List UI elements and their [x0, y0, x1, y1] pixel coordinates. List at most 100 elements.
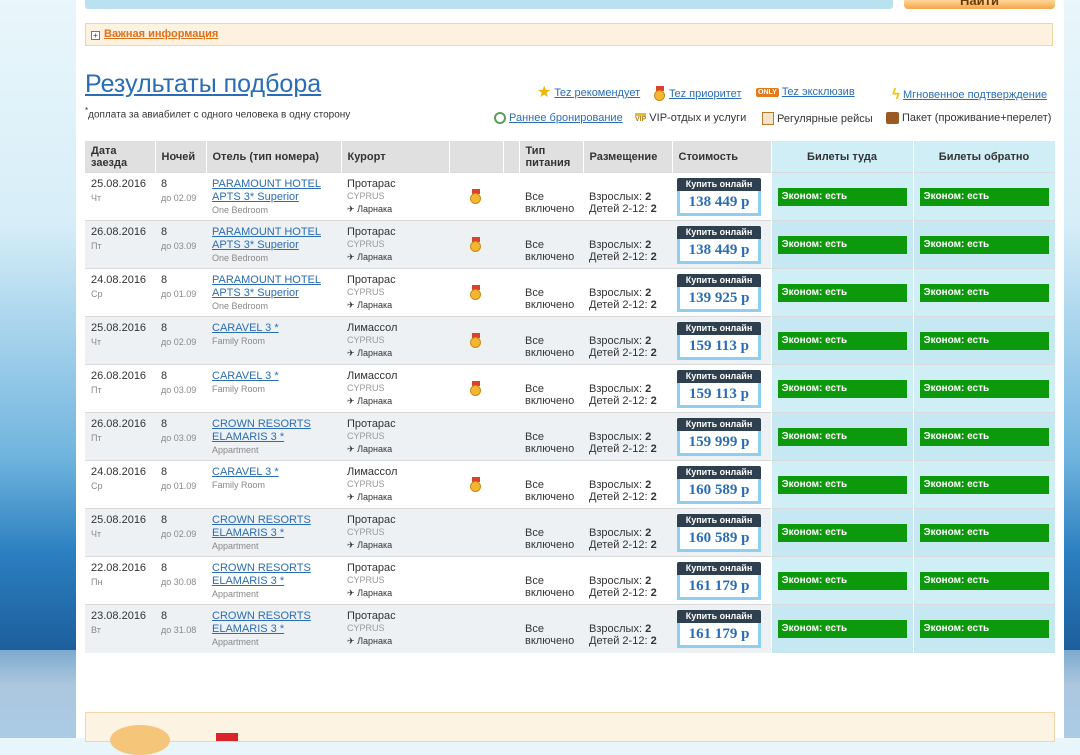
- legend-priority-link[interactable]: Tez приоритет: [669, 88, 741, 100]
- col-hotel[interactable]: Отель (тип номера): [206, 141, 342, 173]
- price-value[interactable]: 138 449 р: [677, 191, 761, 216]
- hotel-link[interactable]: PARAMOUNT HOTEL APTS 3* Superior: [212, 274, 335, 300]
- hotel-name-line1[interactable]: CROWN RESORTS: [212, 610, 311, 622]
- buy-online-label[interactable]: Купить онлайн: [677, 370, 761, 383]
- buy-online-button[interactable]: Купить онлайн 160 589 р: [677, 466, 761, 504]
- buy-online-label[interactable]: Купить онлайн: [677, 514, 761, 527]
- col-date[interactable]: Дата заезда: [85, 141, 156, 173]
- cell-accommodation: Взрослых: 2 Детей 2-12: 2: [583, 604, 672, 653]
- hotel-link[interactable]: CROWN RESORTS ELAMARIS 3 *: [212, 514, 335, 540]
- buy-online-button[interactable]: Купить онлайн 159 113 р: [677, 370, 761, 408]
- buy-online-label[interactable]: Купить онлайн: [677, 322, 761, 335]
- find-button[interactable]: Найти: [904, 0, 1055, 9]
- col-accommodation[interactable]: Размещение: [583, 141, 673, 173]
- price-value[interactable]: 161 179 р: [677, 575, 761, 600]
- country-name: CYPRUS: [347, 383, 385, 393]
- legend-priority[interactable]: Tez приоритет: [654, 86, 741, 101]
- hotel-name-line1[interactable]: CROWN RESORTS: [212, 418, 311, 430]
- plane-icon: ✈: [347, 396, 355, 406]
- buy-online-button[interactable]: Купить онлайн 160 589 р: [677, 514, 761, 552]
- buy-online-label[interactable]: Купить онлайн: [677, 562, 761, 575]
- hotel-name-line1[interactable]: PARAMOUNT HOTEL: [212, 226, 321, 238]
- hotel-link[interactable]: CARAVEL 3 *: [212, 322, 335, 335]
- buy-online-label[interactable]: Купить онлайн: [677, 610, 761, 623]
- cell-accommodation: Взрослых: 2 Детей 2-12: 2: [583, 364, 672, 413]
- hotel-name-line2[interactable]: ELAMARIS 3 *: [212, 575, 284, 587]
- buy-online-label[interactable]: Купить онлайн: [677, 466, 761, 479]
- hotel-link[interactable]: PARAMOUNT HOTEL APTS 3* Superior: [212, 178, 335, 204]
- col-meal[interactable]: Тип питания: [519, 141, 584, 173]
- buy-online-button[interactable]: Купить онлайн 159 113 р: [677, 322, 761, 360]
- hotel-link[interactable]: CROWN RESORTS ELAMARIS 3 *: [212, 610, 335, 636]
- buy-online-button[interactable]: Купить онлайн 138 449 р: [677, 178, 761, 216]
- legend-exclusive[interactable]: ONLY Tez эксклюзив: [756, 86, 855, 98]
- hotel-link[interactable]: PARAMOUNT HOTEL APTS 3* Superior: [212, 226, 335, 252]
- expand-plus-icon[interactable]: +: [91, 31, 100, 40]
- legend-recommend-link[interactable]: Tez рекомендует: [554, 87, 640, 99]
- price-value[interactable]: 159 113 р: [677, 335, 761, 360]
- hotel-name-line2[interactable]: APTS 3* Superior: [212, 191, 299, 203]
- hotel-name-line2[interactable]: ELAMARIS 3 *: [212, 431, 284, 443]
- hotel-link[interactable]: CROWN RESORTS ELAMARIS 3 *: [212, 562, 335, 588]
- cell-nights: 8 до 02.09: [155, 172, 206, 221]
- nights-text: 8: [161, 514, 168, 526]
- important-info-link[interactable]: Важная информация: [104, 28, 218, 40]
- ticket-back-status: Эконом: есть: [919, 427, 1049, 446]
- important-info-box[interactable]: + Важная информация: [85, 23, 1053, 46]
- cell-date: 25.08.2016 Чт: [85, 172, 155, 221]
- price-value[interactable]: 159 113 р: [677, 383, 761, 408]
- buy-online-label[interactable]: Купить онлайн: [677, 274, 761, 287]
- date-text: 24.08.2016: [91, 466, 147, 478]
- price-value[interactable]: 138 449 р: [677, 239, 761, 264]
- cell-ticket-back: Эконом: есть: [912, 604, 1055, 653]
- legend-early-link[interactable]: Раннее бронирование: [509, 112, 623, 124]
- cell-accommodation: Взрослых: 2 Детей 2-12: 2: [583, 316, 672, 365]
- date-text: 25.08.2016: [91, 178, 147, 190]
- legend-instant[interactable]: ϟ Мгновенное подтверждение: [892, 86, 1047, 103]
- legend-exclusive-link[interactable]: Tez эксклюзив: [782, 86, 855, 98]
- legend-recommend[interactable]: ★ Tez рекомендует: [537, 85, 640, 101]
- hotel-name-line2[interactable]: APTS 3* Superior: [212, 239, 299, 251]
- hotel-name-line2[interactable]: ELAMARIS 3 *: [212, 623, 284, 635]
- cell-icons: [449, 220, 503, 269]
- price-value[interactable]: 159 999 р: [677, 431, 761, 456]
- price-value[interactable]: 160 589 р: [677, 479, 761, 504]
- hotel-name-line1[interactable]: CROWN RESORTS: [212, 514, 311, 526]
- hotel-link[interactable]: CARAVEL 3 *: [212, 466, 335, 479]
- buy-online-button[interactable]: Купить онлайн 161 179 р: [677, 562, 761, 600]
- price-value[interactable]: 139 925 р: [677, 287, 761, 312]
- hotel-name-line1[interactable]: CROWN RESORTS: [212, 562, 311, 574]
- hotel-name-line1[interactable]: CARAVEL 3 *: [212, 370, 279, 382]
- hotel-name-line1[interactable]: CARAVEL 3 *: [212, 466, 279, 478]
- buy-online-button[interactable]: Купить онлайн 161 179 р: [677, 610, 761, 648]
- hotel-name-line1[interactable]: PARAMOUNT HOTEL: [212, 274, 321, 286]
- hotel-link[interactable]: CROWN RESORTS ELAMARIS 3 *: [212, 418, 335, 444]
- buy-online-label[interactable]: Купить онлайн: [677, 226, 761, 239]
- vip-crown-icon: VIP: [635, 113, 647, 123]
- cell-meal: Все включено: [519, 364, 583, 413]
- legend-instant-link[interactable]: Мгновенное подтверждение: [903, 89, 1047, 101]
- meal-line2: включено: [525, 587, 575, 599]
- col-nights[interactable]: Ночей: [155, 141, 207, 173]
- hotel-link[interactable]: CARAVEL 3 *: [212, 370, 335, 383]
- search-bar-bottom: [85, 0, 893, 9]
- buy-online-button[interactable]: Купить онлайн 139 925 р: [677, 274, 761, 312]
- hotel-name-line2[interactable]: ELAMARIS 3 *: [212, 527, 284, 539]
- cell-price: Купить онлайн 160 589 р: [672, 508, 771, 557]
- hotel-name-line1[interactable]: PARAMOUNT HOTEL: [212, 178, 321, 190]
- hotel-name-line1[interactable]: CARAVEL 3 *: [212, 322, 279, 334]
- col-price[interactable]: Стоимость: [672, 141, 772, 173]
- buy-online-label[interactable]: Купить онлайн: [677, 418, 761, 431]
- hotel-name-line2[interactable]: APTS 3* Superior: [212, 287, 299, 299]
- buy-online-button[interactable]: Купить онлайн 138 449 р: [677, 226, 761, 264]
- cell-date: 24.08.2016 Ср: [85, 460, 155, 509]
- price-value[interactable]: 160 589 р: [677, 527, 761, 552]
- page-title[interactable]: Результаты подбора: [85, 70, 321, 99]
- col-resort[interactable]: Курорт: [341, 141, 450, 173]
- cell-icons: [449, 556, 503, 605]
- cell-ticket-back: Эконом: есть: [912, 508, 1055, 557]
- buy-online-label[interactable]: Купить онлайн: [677, 178, 761, 191]
- legend-early[interactable]: Раннее бронирование: [494, 112, 623, 124]
- buy-online-button[interactable]: Купить онлайн 159 999 р: [677, 418, 761, 456]
- price-value[interactable]: 161 179 р: [677, 623, 761, 648]
